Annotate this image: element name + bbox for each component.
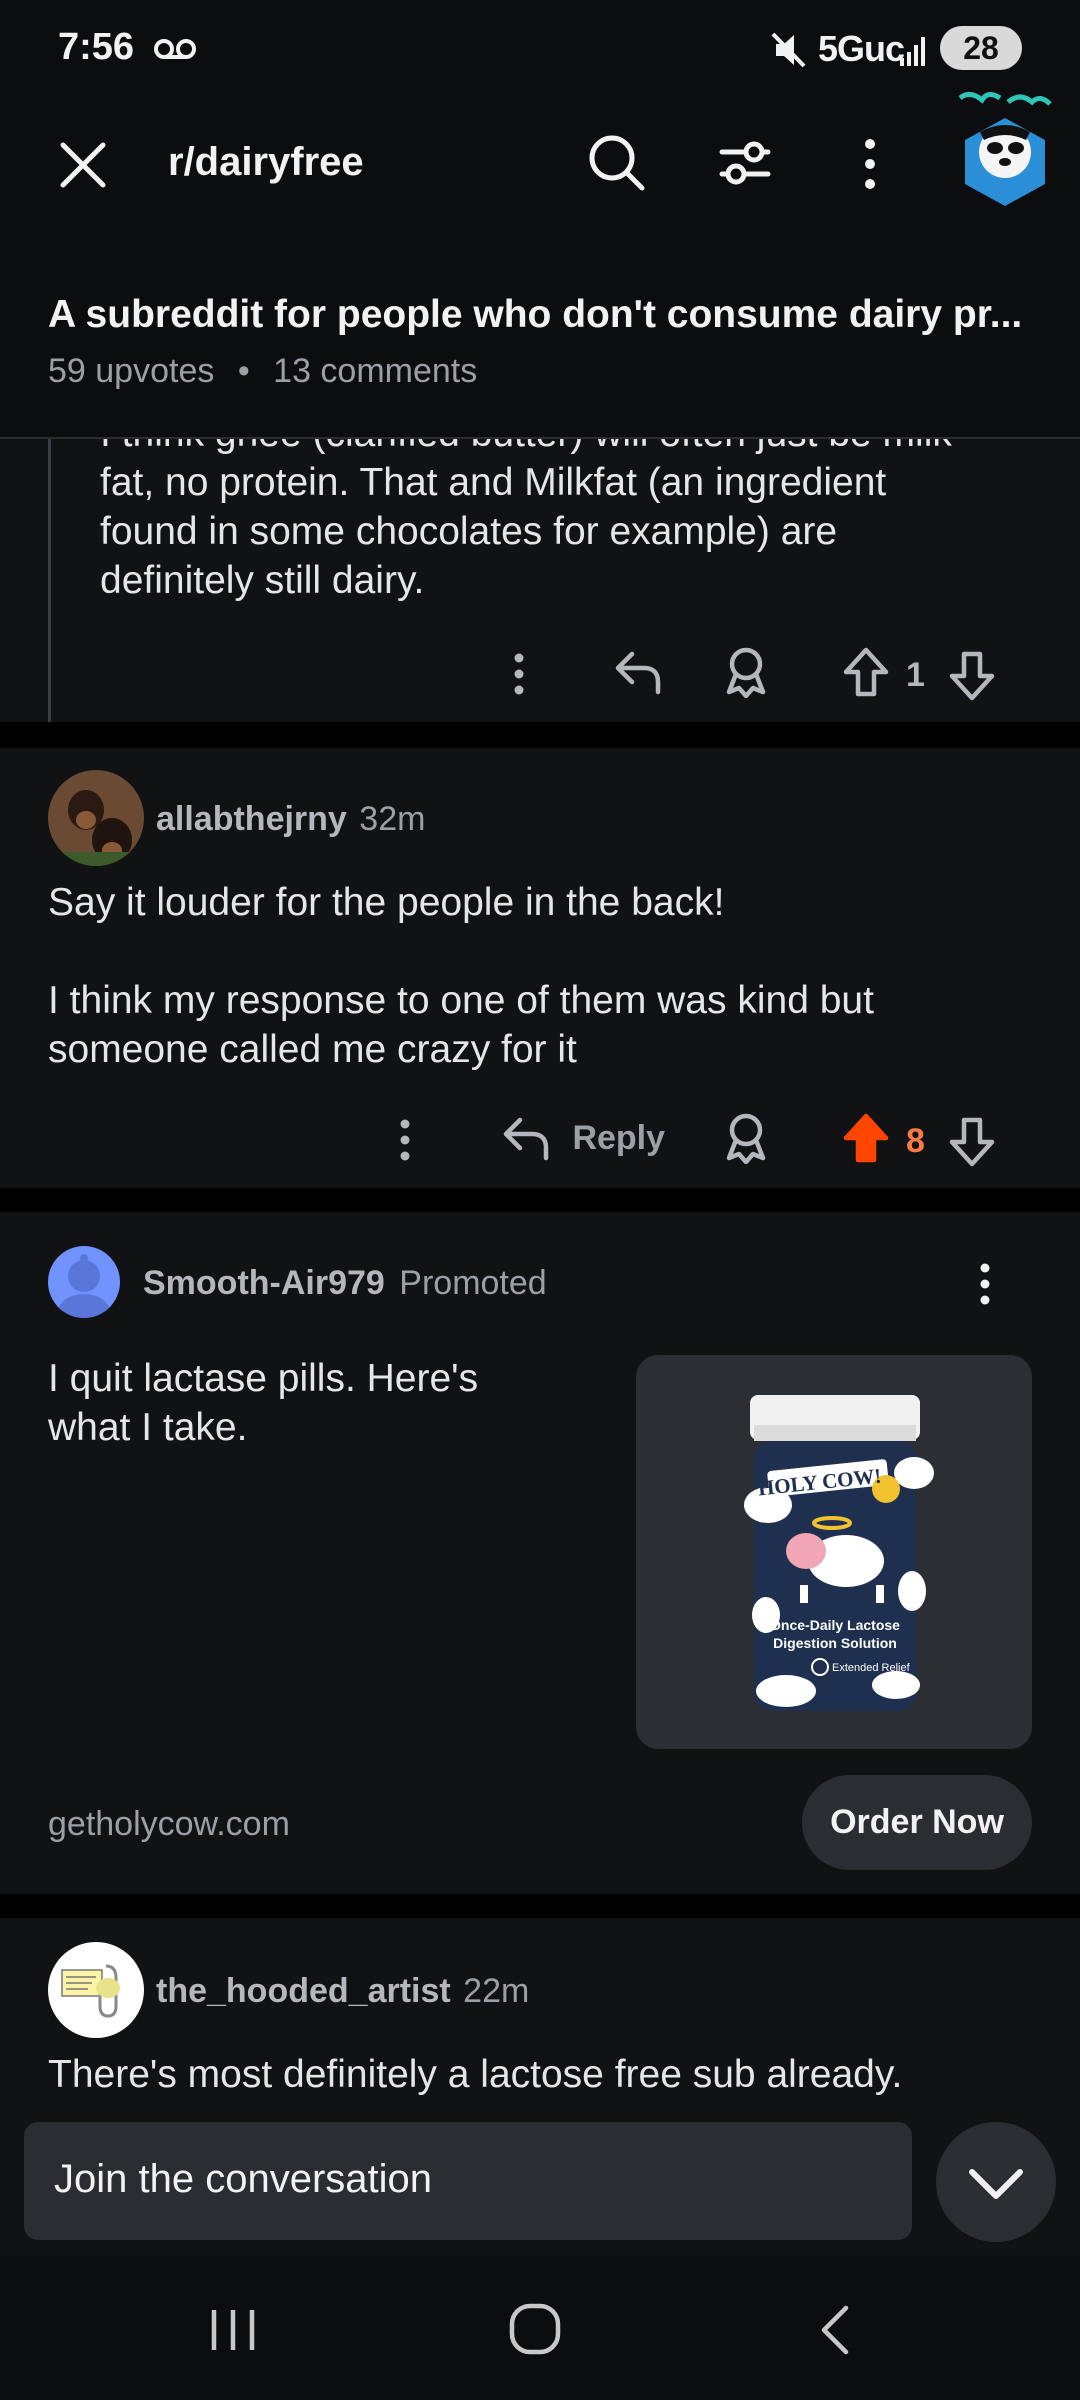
vote-count: 1 — [906, 656, 925, 694]
user-avatar[interactable] — [950, 88, 1060, 208]
award-icon[interactable] — [723, 646, 769, 698]
reply-label: Reply — [572, 1118, 666, 1157]
separator — [0, 1894, 1080, 1918]
ad-text-line: I quit lactase pills. Here's — [48, 1357, 479, 1400]
comment-line: Say it louder for the people in the back… — [48, 881, 725, 924]
comment-time: 22m — [463, 1972, 530, 2010]
status-time: 7:56 — [58, 26, 135, 68]
comment-body: Say it louder for the people in the back… — [48, 878, 1038, 1074]
comment-body: There's most definitely a lactose free s… — [48, 2053, 903, 2096]
ad-text-line: what I take. — [48, 1406, 248, 1449]
award-icon[interactable] — [723, 1112, 769, 1164]
product-line: Digestion Solution — [773, 1635, 897, 1651]
order-now-button[interactable]: Order Now — [802, 1775, 1032, 1870]
meta-separator: • — [237, 352, 250, 390]
battery-indicator: 28 — [940, 26, 1022, 70]
post-meta: 59 upvotes • 13 comments — [48, 352, 477, 391]
composer-placeholder[interactable]: Join the conversation — [54, 2157, 432, 2202]
more-options-icon[interactable] — [395, 1118, 415, 1162]
home-icon[interactable] — [508, 2302, 562, 2356]
ad-image[interactable]: HOLY COW! Once-Daily Lactose Digestion S… — [636, 1355, 1032, 1749]
upvote-icon[interactable] — [842, 1112, 890, 1164]
downvote-icon[interactable] — [948, 1116, 996, 1168]
comment-time: 32m — [359, 800, 426, 838]
username[interactable]: Smooth-Air979 — [143, 1264, 385, 1302]
avatar[interactable] — [48, 770, 144, 866]
avatar[interactable] — [48, 1246, 120, 1318]
sort-filter-icon[interactable] — [718, 136, 772, 190]
post-title[interactable]: A subreddit for people who don't consume… — [48, 293, 1038, 337]
thread-line — [48, 439, 51, 722]
more-options-icon[interactable] — [860, 138, 880, 190]
downvote-icon[interactable] — [948, 650, 996, 702]
username[interactable]: allabthejrny — [156, 800, 347, 838]
comment-body: I think ghee (clarified butter) will oft… — [100, 439, 1060, 614]
recent-apps-icon[interactable] — [208, 2306, 258, 2354]
product-line: Once-Daily Lactose — [770, 1617, 900, 1633]
mute-icon — [770, 30, 808, 70]
more-options-icon[interactable] — [975, 1262, 995, 1306]
reply-icon — [503, 1117, 549, 1161]
comment-line: definitely still dairy. — [100, 559, 425, 602]
comment-line: I think my response to one of them was k… — [48, 979, 874, 1022]
comment-line: fat, no protein. That and Milkfat (an in… — [100, 461, 887, 504]
close-icon[interactable] — [58, 140, 108, 190]
comment-count: 13 comments — [273, 352, 478, 390]
back-icon[interactable] — [816, 2304, 856, 2356]
chevron-down-icon — [969, 2169, 1023, 2199]
search-icon[interactable] — [586, 132, 648, 194]
ad-domain[interactable]: getholycow.com — [48, 1805, 290, 1844]
signal-icon — [900, 32, 930, 66]
collapse-button[interactable] — [936, 2122, 1056, 2242]
reply-button[interactable]: Reply — [500, 1114, 665, 1162]
username[interactable]: the_hooded_artist — [156, 1972, 451, 2010]
comment-header: allabthejrny 32m — [156, 800, 425, 839]
voicemail-icon — [154, 38, 196, 60]
network-type: 5Guc — [818, 28, 905, 69]
product-badge: Extended Relief — [832, 1662, 911, 1674]
avatar[interactable] — [48, 1942, 144, 2038]
more-options-icon[interactable] — [509, 652, 529, 696]
reply-icon[interactable] — [612, 648, 664, 696]
upvote-count: 59 upvotes — [48, 352, 215, 390]
ad-text[interactable]: I quit lactase pills. Here's what I take… — [48, 1354, 608, 1452]
vote-count: 8 — [906, 1122, 925, 1160]
comment-line: I think ghee (clarified butter) will oft… — [100, 439, 952, 458]
ad-header: Smooth-Air979 Promoted — [143, 1264, 547, 1303]
comment-line: found in some chocolates for example) ar… — [100, 510, 838, 553]
promoted-tag: Promoted — [399, 1264, 547, 1302]
separator — [0, 722, 1080, 748]
upvote-icon[interactable] — [842, 646, 890, 698]
subreddit-name[interactable]: r/dairyfree — [168, 140, 364, 185]
comment-header: the_hooded_artist 22m — [156, 1972, 529, 2011]
comment-line: someone called me crazy for it — [48, 1028, 577, 1071]
separator — [0, 1188, 1080, 1212]
